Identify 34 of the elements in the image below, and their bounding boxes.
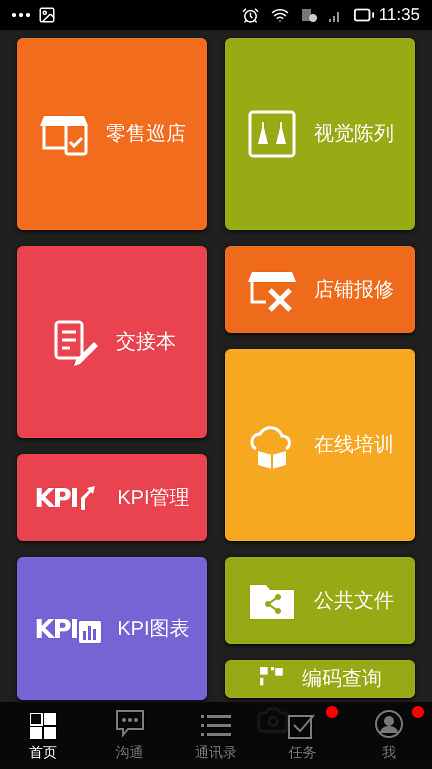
tile-label: 零售巡店	[106, 122, 186, 147]
tab-bar-item[interactable]: 任务	[259, 702, 346, 769]
image-icon	[38, 6, 56, 24]
tile-label: 公共文件	[314, 588, 394, 614]
alarm-icon	[242, 6, 259, 24]
list-icon	[201, 713, 232, 739]
home-grid-icon	[30, 713, 56, 739]
feature-tile[interactable]: 交接本	[17, 246, 207, 438]
tile-label: KPI管理	[117, 486, 190, 510]
feature-tile[interactable]: 零售巡店	[17, 38, 207, 230]
tab-bar-item[interactable]: 通讯录	[172, 702, 260, 769]
sim-card-icon	[300, 8, 317, 22]
feature-tile[interactable]: 视觉陈列	[225, 38, 415, 230]
feature-tile[interactable]: KPI KPI管理	[17, 454, 207, 541]
feature-tile[interactable]: KPI KPI图表	[17, 557, 207, 700]
tab-bar-item[interactable]: 我	[346, 702, 432, 769]
tile-label: 店铺报修	[314, 278, 394, 302]
tile-label: KPI图表	[117, 616, 190, 642]
tab-bar-item[interactable]: 首页	[0, 702, 86, 769]
tile-label: 交接本	[116, 330, 176, 355]
clock-time: 11:35	[378, 4, 420, 26]
feature-tile[interactable]: 店铺报修	[225, 246, 415, 333]
tab-bar-item[interactable]: 沟通	[86, 702, 173, 769]
tile-label: 视觉陈列	[314, 122, 394, 147]
more-icon	[12, 13, 30, 17]
wifi-icon	[270, 6, 289, 24]
mannequin-icon	[246, 110, 298, 158]
feature-tile[interactable]: 在线培训	[225, 349, 415, 541]
user-avatar-icon	[374, 709, 404, 739]
feature-tile[interactable]: 公共文件	[225, 557, 415, 644]
chat-bubble-icon	[114, 709, 146, 739]
tile-label: 在线培训	[314, 433, 394, 458]
tile-label: 编码查询	[302, 667, 382, 692]
feature-tile[interactable]: 编码查询	[225, 660, 415, 698]
